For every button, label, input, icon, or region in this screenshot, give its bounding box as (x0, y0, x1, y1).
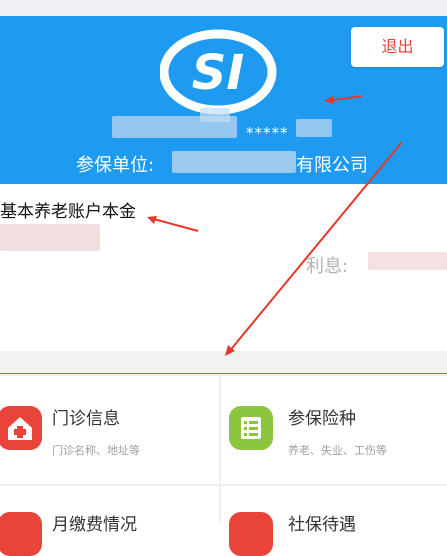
grid-item-monthly-payment[interactable]: 月缴费情况 (0, 486, 219, 556)
blurred-unit-name (172, 151, 296, 173)
grid-item-subtitle: 门诊名称、地址等 (52, 444, 140, 457)
grid-item-title: 参保险种 (288, 409, 356, 429)
grid-item-insurance-types[interactable]: 参保险种 养老、失业、工伤等 (221, 376, 447, 484)
pension-account-title: 基本养老账户本金 (0, 202, 136, 222)
social-insurance-logo-icon: SI (160, 29, 277, 115)
section-divider (0, 351, 447, 374)
grid-item-subtitle: 养老、失业、工伤等 (288, 444, 387, 457)
payment-icon (0, 512, 42, 556)
insured-unit-suffix: 有限公司 (296, 155, 368, 176)
blurred-principal-value (0, 224, 100, 251)
insured-unit-label: 参保单位: (76, 155, 155, 176)
masked-id: ***** (246, 124, 289, 142)
grid-item-clinic-info[interactable]: 门诊信息 门诊名称、地址等 (0, 376, 219, 484)
logo-lettering: SI (192, 45, 244, 101)
clinic-house-icon (0, 406, 42, 450)
list-icon (229, 406, 273, 450)
logout-button[interactable]: 退出 (351, 27, 444, 67)
grid-item-benefits[interactable]: 社保待遇 (221, 486, 447, 556)
interest-label: 利息: (306, 256, 349, 277)
blurred-interest-value (368, 252, 447, 270)
annotation-arrow-account (149, 217, 199, 232)
blurred-name-fragment (200, 108, 230, 122)
benefit-icon (229, 512, 273, 556)
service-grid: 门诊信息 门诊名称、地址等 参保险种 养老、失业、工伤等 月缴费情况 社保待遇 (0, 374, 447, 556)
annotation-arrowhead (147, 216, 157, 224)
blurred-id-tail (296, 119, 332, 137)
grid-item-title: 门诊信息 (52, 409, 120, 429)
profile-header: SI 退出 ***** 参保单位: 有限公司 (0, 16, 447, 184)
top-status-strip (0, 0, 447, 16)
